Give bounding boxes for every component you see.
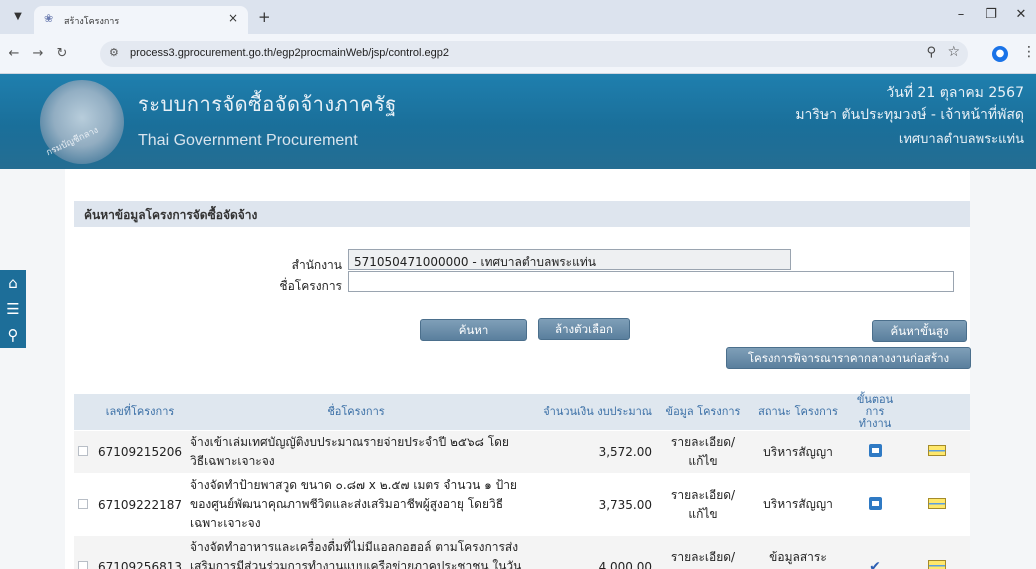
header-status: สถานะ โครงการ (750, 394, 846, 431)
header-stage: ขั้นตอน การทำงาน (846, 394, 904, 431)
section-header: ค้นหาข้อมูลโครงการจัดซื้อจัดจ้าง (74, 201, 970, 227)
budget-cell: 3,735.00 (526, 473, 656, 536)
header-checkbox (74, 394, 94, 431)
restore-icon[interactable]: ❐ (976, 7, 1006, 22)
document-icon[interactable] (928, 559, 946, 569)
search-button[interactable]: ค้นหา (420, 319, 527, 341)
window-close-icon[interactable]: ✕ (1006, 7, 1036, 22)
status-cell: ข้อมูลสาระสำคัญในสัญญา (750, 535, 846, 569)
checkmark-icon[interactable]: ✔ (869, 559, 881, 569)
project-no-cell: 67109215206 (94, 430, 186, 474)
url-field[interactable]: ⚙ process3.gprocurement.go.th/egp2procma… (100, 41, 968, 67)
system-subtitle: Thai Government Procurement (138, 132, 358, 149)
table-row: 67109215206 จ้างเข้าเล่มเทศบัญญัติงบประม… (74, 430, 970, 474)
table-row: 67109222187 จ้างจัดทำป้ายพาสวูด ขนาด ๐.๘… (74, 473, 970, 536)
budget-cell: 4,000.00 (526, 535, 656, 569)
project-name-cell: จ้างจัดทำป้ายพาสวูด ขนาด ๐.๘๗ x ๒.๕๗ เมต… (186, 473, 526, 536)
search-icon[interactable]: ⚲ (0, 322, 26, 348)
user-name: มาริษา ตันประทุมวงษ์ - เจ้าหน้าที่พัสดุ (795, 107, 1024, 123)
details-edit-link[interactable]: รายละเอียด/แก้ไข (656, 430, 750, 474)
system-title: ระบบการจัดซื้อจัดจ้างภาครัฐ (138, 92, 397, 116)
header-project-no: เลขที่โครงการ (94, 394, 186, 431)
project-name-input[interactable] (348, 271, 954, 292)
table-row: 67109256813 จ้างจัดทำอาหารและเครื่องดื่ม… (74, 535, 970, 569)
site-info-icon[interactable]: ⚙ (109, 46, 119, 59)
address-bar: ← → ↻ ⚙ process3.gprocurement.go.th/egp2… (0, 34, 1036, 74)
back-arrow-icon[interactable]: ← (4, 46, 24, 61)
checkbox[interactable] (78, 560, 88, 569)
side-toolbar: ⌂ ☰ ⚲ (0, 270, 26, 348)
office-label: สำนักงาน (291, 258, 342, 272)
construction-price-button[interactable]: โครงการพิจารณาราคากลางงานก่อสร้าง (726, 347, 971, 369)
browser-tab[interactable]: ❀ สร้างโครงการ × (34, 6, 248, 34)
project-name-cell: จ้างเข้าเล่มเทศบัญญัติงบประมาณรายจ่ายประ… (186, 430, 526, 474)
office-field[interactable]: 571050471000000 - เทศบาลตำบลพระแท่น (348, 249, 791, 270)
workflow-stage-icon[interactable] (868, 444, 882, 457)
header-project-name: ชื่อโครงการ (186, 394, 526, 431)
details-edit-link[interactable]: รายละเอียด/แก้ไข (656, 473, 750, 536)
bookmark-star-icon[interactable]: ☆ (947, 44, 960, 60)
actions-cell (904, 473, 970, 536)
row-checkbox[interactable] (74, 430, 94, 474)
header-actions (904, 394, 970, 431)
stage-cell: ✔ (846, 535, 904, 569)
header-info: ข้อมูล โครงการ (656, 394, 750, 431)
tab-close-button[interactable]: × (228, 11, 238, 25)
header-budget: จำนวนเงิน งบประมาณ (526, 394, 656, 431)
results-table: เลขที่โครงการ ชื่อโครงการ จำนวนเงิน งบปร… (74, 394, 970, 569)
section-title: ค้นหาข้อมูลโครงการจัดซื้อจัดจ้าง (84, 208, 258, 222)
project-no-cell: 67109256813 (94, 535, 186, 569)
checkbox[interactable] (78, 498, 88, 509)
tab-search-icon[interactable]: ▼ (8, 8, 28, 26)
project-no-cell: 67109222187 (94, 473, 186, 536)
table-header-row: เลขที่โครงการ ชื่อโครงการ จำนวนเงิน งบปร… (74, 394, 970, 431)
tab-title: สร้างโครงการ (64, 17, 120, 27)
clear-button[interactable]: ล้างตัวเลือก (538, 318, 630, 340)
site-header: กรมบัญชีกลาง ระบบการจัดซื้อจัดจ้างภาครัฐ… (0, 74, 1036, 169)
more-menu-icon[interactable]: ⋮ (1022, 44, 1036, 60)
forward-arrow-icon[interactable]: → (28, 46, 48, 61)
row-checkbox[interactable] (74, 473, 94, 536)
status-cell: บริหารสัญญา (750, 473, 846, 536)
profile-avatar-icon[interactable]: ● (992, 46, 1008, 62)
status-cell: บริหารสัญญา (750, 430, 846, 474)
document-icon[interactable] (928, 445, 946, 456)
url-text: process3.gprocurement.go.th/egp2procmain… (130, 47, 449, 59)
stage-cell (846, 473, 904, 536)
menu-icon[interactable]: ☰ (0, 296, 26, 322)
home-icon[interactable]: ⌂ (0, 270, 26, 296)
tab-favicon-icon: ❀ (44, 12, 54, 25)
checkbox[interactable] (78, 446, 88, 456)
project-name-label: ชื่อโครงการ (279, 279, 342, 293)
minimize-icon[interactable]: – (946, 7, 976, 22)
details-edit-link[interactable]: รายละเอียด/แก้ไข (656, 535, 750, 569)
new-tab-button[interactable]: + (258, 8, 271, 26)
zoom-icon[interactable]: ⚲ (926, 45, 936, 60)
advanced-search-button[interactable]: ค้นหาขั้นสูง (872, 320, 967, 342)
project-name-cell: จ้างจัดทำอาหารและเครื่องดื่มที่ไม่มีแอลก… (186, 535, 526, 569)
organization-name: เทศบาลตำบลพระแท่น (898, 132, 1024, 147)
document-icon[interactable] (928, 497, 946, 509)
workflow-stage-icon[interactable] (868, 496, 882, 510)
current-date: วันที่ 21 ตุลาคม 2567 (886, 85, 1024, 101)
reload-icon[interactable]: ↻ (52, 46, 72, 61)
budget-cell: 3,572.00 (526, 430, 656, 474)
browser-tab-bar: ▼ ❀ สร้างโครงการ × + – ❐ ✕ (0, 0, 1036, 34)
row-checkbox[interactable] (74, 535, 94, 569)
stage-cell (846, 430, 904, 474)
actions-cell (904, 430, 970, 474)
actions-cell (904, 535, 970, 569)
